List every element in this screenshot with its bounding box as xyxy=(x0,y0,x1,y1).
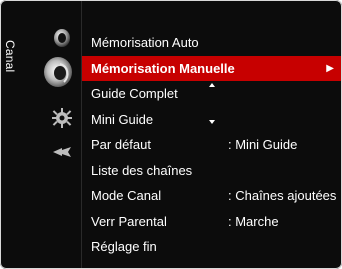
menu-item-label: Réglage fin xyxy=(91,239,157,254)
setup-gear-icon[interactable] xyxy=(50,106,74,130)
scroll-up-caret-icon xyxy=(209,83,215,87)
menu-item-label: Liste des chaînes xyxy=(91,162,193,178)
menu-item-memorisation-manuelle[interactable]: Mémorisation Manuelle ▶ xyxy=(82,55,342,81)
input-icon[interactable] xyxy=(50,140,74,164)
category-label: Canal xyxy=(3,40,17,73)
menu-item-mode-canal[interactable]: Mode Canal : Chaînes ajoutées xyxy=(82,183,342,209)
menu-item-value: : Mini Guide xyxy=(228,137,298,152)
menu-item-label: Guide Complet xyxy=(91,86,178,101)
category-column: Canal xyxy=(0,40,22,100)
channel-antenna-icon[interactable] xyxy=(38,52,82,92)
scroll-down-caret-icon xyxy=(209,120,215,124)
menu-item-label: Mode Canal xyxy=(91,188,162,203)
menu-item-label: Par défaut xyxy=(91,137,151,152)
channel-menu: Mémorisation Auto Mémorisation Manuelle … xyxy=(82,30,342,260)
menu-item-par-defaut[interactable]: Par défaut : Mini Guide xyxy=(82,132,342,158)
menu-item-verr-parental[interactable]: Verr Parental : Marche xyxy=(82,209,342,235)
right-arrow-icon: ▶ xyxy=(326,62,334,74)
menu-item-memorisation-auto[interactable]: Mémorisation Auto xyxy=(82,30,342,56)
menu-item-label: Mémorisation Auto xyxy=(91,35,199,50)
menu-item-label: Mémorisation Manuelle xyxy=(91,60,235,76)
menu-item-value: : Chaînes ajoutées xyxy=(228,188,337,203)
tv-osd-menu: Canal Mémorisation Auto Mémorisation Man… xyxy=(0,0,342,269)
menu-item-value: : Marche xyxy=(228,213,279,229)
menu-item-label: Mini Guide xyxy=(91,111,154,127)
menu-item-label: Verr Parental xyxy=(91,213,167,229)
menu-item-reglage-fin[interactable]: Réglage fin xyxy=(82,234,342,260)
menu-item-liste-des-chaines[interactable]: Liste des chaînes xyxy=(82,158,342,184)
image-icon[interactable] xyxy=(50,26,74,50)
icon-column xyxy=(22,0,91,269)
